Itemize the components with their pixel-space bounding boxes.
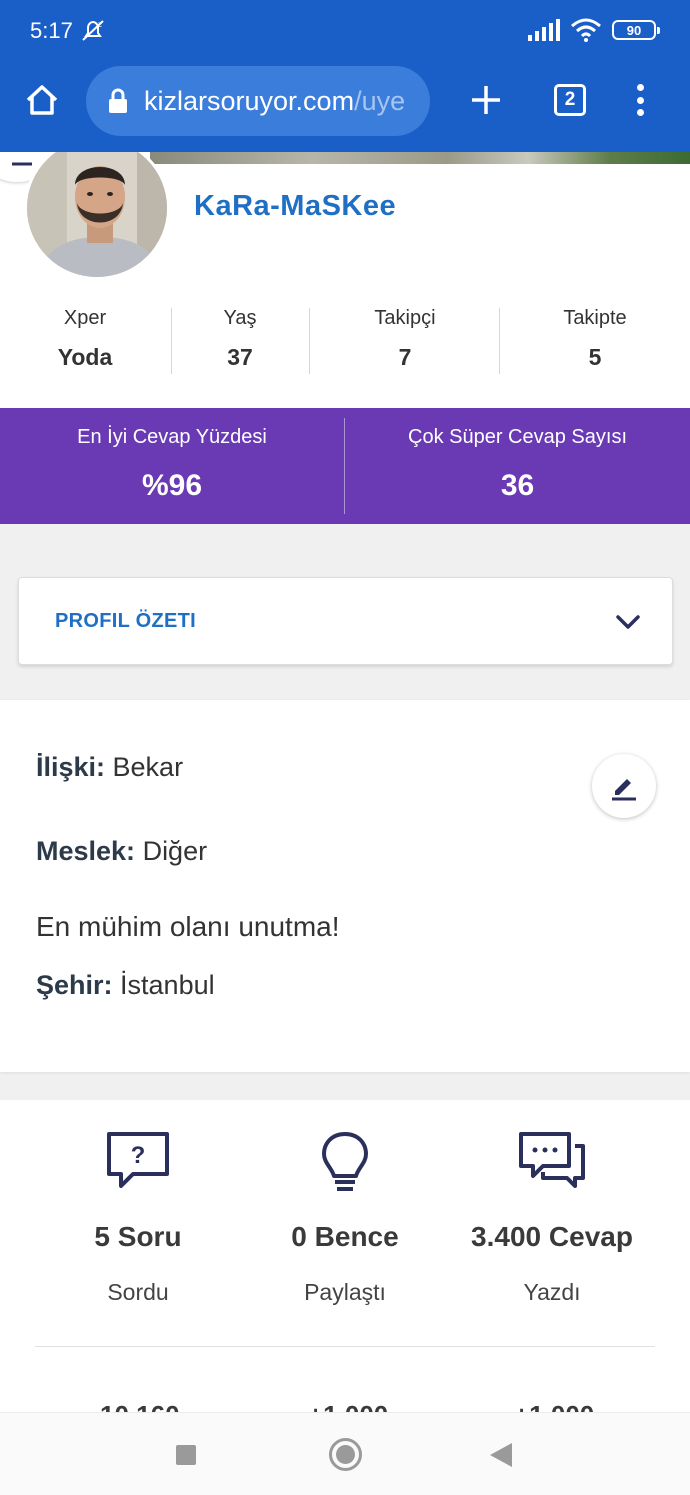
stat-value: 37: [227, 344, 253, 370]
cover-photo: [150, 152, 690, 164]
relationship-label: İlişki:: [36, 752, 106, 782]
system-nav-bar: [0, 1412, 690, 1495]
url-bar[interactable]: kizlarsoruyor.com/uye: [86, 66, 430, 136]
activity-cut-value: +1.000: [308, 1400, 388, 1412]
summary-title: PROFIL ÖZETI: [55, 610, 197, 632]
status-icons: 90: [528, 18, 660, 42]
profile-header: KaRa-MaSKee Xper Yoda Yaş 37 Takipçi 7 T…: [0, 152, 690, 408]
avatar[interactable]: [24, 152, 170, 280]
back-button[interactable]: [490, 1443, 512, 1467]
relationship-value: Bekar: [105, 752, 184, 782]
status-time: 5:17: [30, 18, 73, 43]
stat-xper: Xper Yoda: [30, 307, 140, 371]
super-answer-count: Çok Süper Cevap Sayısı 36: [345, 426, 690, 503]
home-nav-button[interactable]: [329, 1438, 362, 1471]
activity-count: 5 Soru: [94, 1221, 182, 1252]
question-bubble-icon: ?: [107, 1132, 169, 1188]
city-line: Şehir: İstanbul: [36, 970, 215, 1001]
activity-count: 3.400 Cevap: [471, 1221, 633, 1252]
recents-button[interactable]: [176, 1445, 196, 1465]
activity-label: Yazdı: [523, 1279, 581, 1305]
activity-opinions[interactable]: 0 Bence Paylaştı: [235, 1130, 455, 1306]
activity-label: Sordu: [107, 1279, 169, 1305]
highlight-label: Çok Süper Cevap Sayısı: [408, 426, 627, 448]
activity-answers[interactable]: 3.400 Cevap Yazdı: [442, 1130, 662, 1306]
overflow-menu-icon[interactable]: [626, 80, 654, 120]
city-label: Şehir:: [36, 970, 113, 1000]
stat-label: Yaş: [223, 307, 257, 329]
battery-indicator: 90: [612, 20, 660, 40]
chevron-down-icon: [616, 615, 640, 629]
stat-value: 7: [398, 344, 412, 370]
activity-cut-value: +1.000: [514, 1400, 594, 1412]
highlight-value: %96: [141, 469, 203, 502]
signal-icon: [528, 19, 560, 41]
job-value: Diğer: [135, 836, 208, 866]
edit-profile-button[interactable]: [592, 754, 656, 818]
svg-text:z: z: [98, 20, 102, 29]
activity-stats: ? 5 Soru Sordu 0 Bence Paylaştı 3.400 Ce…: [0, 1100, 690, 1412]
divider: [171, 308, 172, 374]
home-icon[interactable]: [22, 80, 62, 120]
browser-toolbar: kizlarsoruyor.com/uye 2: [0, 62, 690, 152]
divider: [309, 308, 310, 374]
job-label: Meslek:: [36, 836, 136, 866]
activity-cut-value: 10.160: [100, 1400, 180, 1412]
motto: En mühim olanı unutma!: [36, 911, 340, 942]
highlight-band: En İyi Cevap Yüzdesi %96 Çok Süper Cevap…: [0, 408, 690, 524]
lock-icon: [109, 88, 127, 113]
stat-followers[interactable]: Takipçi 7: [340, 307, 470, 371]
highlight-label: En İyi Cevap Yüzdesi: [77, 426, 267, 448]
activity-questions[interactable]: ? 5 Soru Sordu: [28, 1130, 248, 1306]
lightbulb-icon: [322, 1132, 368, 1191]
stat-label: Xper: [63, 307, 107, 329]
url-host: kizlarsoruyor.com: [144, 85, 355, 116]
profile-username[interactable]: KaRa-MaSKee: [194, 190, 396, 223]
stat-age: Yaş 37: [185, 307, 295, 371]
job-line: Meslek: Diğer: [36, 836, 207, 867]
city-value: İstanbul: [112, 970, 215, 1000]
pencil-icon: [612, 779, 636, 801]
stat-label: Takipçi: [374, 307, 436, 329]
wifi-icon: [571, 18, 601, 42]
profile-details: İlişki: Bekar Meslek: Diğer En mühim ola…: [0, 700, 690, 1072]
edit-icon: [12, 162, 32, 166]
stat-label: Takipte: [563, 307, 627, 329]
profile-summary-toggle[interactable]: PROFIL ÖZETI: [18, 577, 673, 665]
status-bar: 5:17 z 90: [0, 0, 690, 62]
highlight-value: 36: [500, 469, 535, 502]
chat-bubbles-icon: [519, 1132, 585, 1188]
divider: [499, 308, 500, 374]
page-content: KaRa-MaSKee Xper Yoda Yaş 37 Takipçi 7 T…: [0, 152, 690, 1412]
new-tab-icon[interactable]: [466, 80, 506, 120]
mute-icon: z: [82, 20, 104, 41]
svg-text:?: ?: [131, 1142, 146, 1169]
stat-value: 5: [588, 344, 602, 370]
relationship-line: İlişki: Bekar: [36, 752, 183, 783]
activity-label: Paylaştı: [304, 1279, 386, 1305]
url-path: /uye: [354, 85, 406, 116]
stat-following[interactable]: Takipte 5: [530, 307, 660, 371]
tab-switcher-button[interactable]: 2: [554, 84, 586, 116]
stat-value: Yoda: [57, 344, 113, 370]
divider: [35, 1346, 655, 1347]
activity-count: 0 Bence: [291, 1221, 399, 1252]
best-answer-rate: En İyi Cevap Yüzdesi %96: [0, 426, 344, 503]
